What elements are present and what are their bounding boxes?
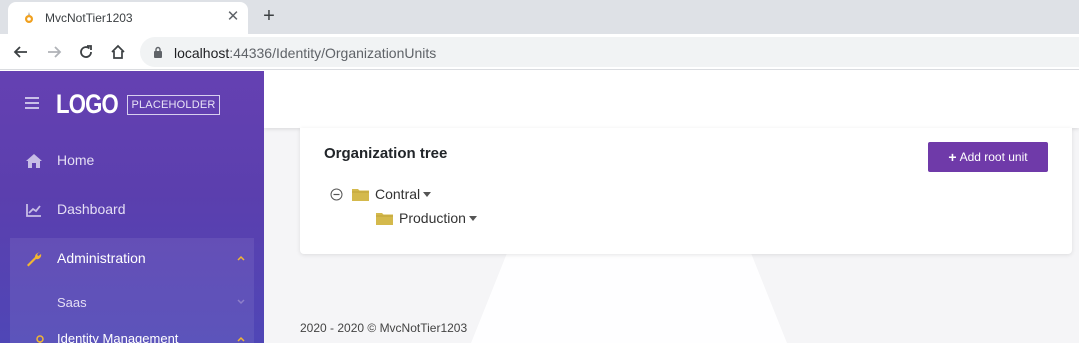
home-button[interactable] [107,41,129,63]
tree-node-contral[interactable]: Contral [330,186,432,202]
sidebar-item-label: Dashboard [57,201,126,217]
url-host: localhost [174,45,230,61]
chevron-up-icon [237,255,245,261]
tab-title: MvcNotTier1203 [45,11,133,25]
arrow-left-icon [13,46,27,58]
main-content: Organization tree + Add root unit Contra… [264,71,1079,343]
tree-node-production[interactable]: Production [376,210,477,226]
sidebar-item-label: Administration [57,250,146,266]
chevron-down-icon [237,299,245,305]
wrench-icon [27,252,42,267]
key-icon [36,335,44,343]
tree-node-label[interactable]: Production [399,210,466,226]
sidebar-item-label: Home [57,152,95,168]
sidebar-item-home[interactable]: Home [0,141,264,181]
sidebar-item-administration[interactable]: Administration [0,239,264,279]
top-bar [264,71,1079,128]
app-favicon-icon [25,12,33,23]
chevron-up-icon [237,336,245,342]
browser-tab-strip: MvcNotTier1203 ✕ + [0,0,1079,34]
url-text: localhost:44336/Identity/OrganizationUni… [174,45,436,61]
logo[interactable]: LOGO [56,89,119,120]
plus-icon: + [948,149,957,165]
footer-text: 2020 - 2020 © MvcNotTier1203 [300,321,468,335]
browser-toolbar: localhost:44336/Identity/OrganizationUni… [0,34,1079,70]
sidebar: LOGO PLACEHOLDER Home Dashboard Administ… [0,71,264,343]
add-root-unit-button[interactable]: + Add root unit [928,142,1048,172]
sidebar-item-identity-management[interactable]: Identity Management [0,321,264,343]
home-outline-icon [111,44,125,59]
reload-icon [80,45,92,58]
sidebar-subitem-label: Saas [57,295,87,310]
forward-button[interactable] [43,41,65,63]
sidebar-item-saas[interactable]: Saas [0,282,264,318]
close-tab-icon[interactable]: ✕ [224,8,242,26]
collapse-icon[interactable] [330,188,343,201]
browser-tab[interactable]: MvcNotTier1203 ✕ [8,2,248,34]
organization-tree-card: Organization tree + Add root unit Contra… [300,128,1072,254]
caret-down-icon[interactable] [468,215,477,221]
url-path: :44336/Identity/OrganizationUnits [229,45,437,61]
arrow-right-icon [48,46,62,58]
caret-down-icon[interactable] [423,191,432,197]
back-button[interactable] [10,41,32,63]
folder-icon [352,188,369,201]
folder-icon [376,212,393,225]
reload-button[interactable] [75,41,97,63]
home-icon [26,154,42,168]
sidebar-item-dashboard[interactable]: Dashboard [0,190,264,230]
hamburger-menu-icon[interactable] [25,97,39,109]
new-tab-icon[interactable]: + [258,5,280,27]
chart-line-icon [26,204,41,217]
address-bar[interactable]: localhost:44336/Identity/OrganizationUni… [140,37,1079,67]
tree-node-label[interactable]: Contral [375,186,420,202]
card-title: Organization tree [324,145,448,162]
logo-subtitle: PLACEHOLDER [127,95,220,115]
lock-icon [154,46,162,58]
add-root-unit-label: Add root unit [959,150,1028,164]
sidebar-subitem-label: Identity Management [57,331,179,343]
